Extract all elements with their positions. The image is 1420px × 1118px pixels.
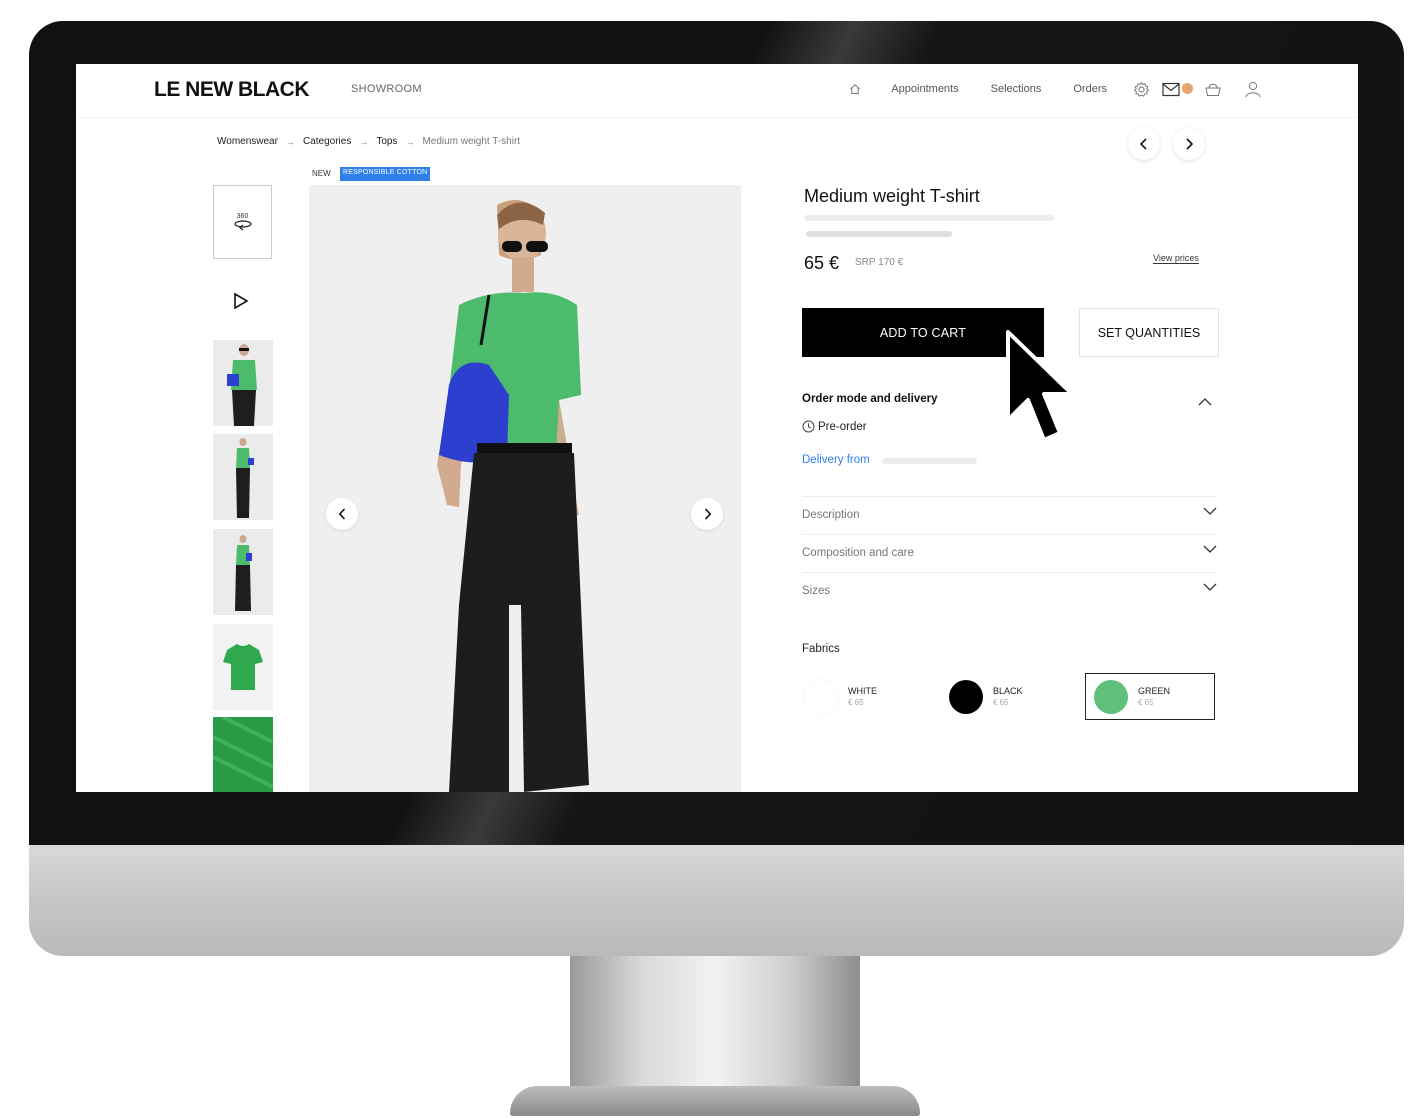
chevron-left-icon	[1139, 138, 1147, 150]
accordion-description[interactable]: Description	[802, 496, 1217, 534]
rotate-360-icon	[233, 219, 252, 230]
fabric-option-white[interactable]: WHITE € 65	[804, 673, 877, 720]
chevron-left-icon	[338, 508, 345, 520]
chevron-right-icon	[1186, 138, 1194, 150]
next-product-button[interactable]	[1173, 128, 1205, 160]
thumbnail-image[interactable]	[213, 340, 273, 426]
arrow-right-icon: →	[285, 136, 295, 147]
previous-product-button[interactable]	[1128, 128, 1160, 160]
color-swatch	[804, 679, 838, 714]
top-nav: Appointments Selections Orders	[845, 79, 1263, 99]
badge-responsible-cotton: RESPONSIBLE COTTON	[340, 167, 431, 181]
arrow-right-icon: →	[359, 136, 369, 147]
screen: LE NEW BLACK SHOWROOM Appointments Selec…	[76, 64, 1358, 792]
main-product-image[interactable]	[309, 185, 741, 792]
notification-badge	[1182, 83, 1193, 94]
delivery-from-label: Delivery from	[802, 454, 870, 466]
image-next-button[interactable]	[691, 498, 723, 530]
suggested-retail-price: SRP 170 €	[855, 257, 904, 268]
accordion-composition[interactable]: Composition and care	[802, 534, 1217, 572]
home-icon[interactable]	[845, 79, 865, 99]
mouse-pointer-icon	[1006, 330, 1074, 442]
thumbnail-image[interactable]	[213, 529, 273, 615]
product-price: 65 €	[804, 253, 840, 273]
fabric-name: BLACK	[993, 686, 1023, 696]
arrow-right-icon: →	[405, 136, 415, 147]
chevron-down-icon	[1203, 507, 1217, 515]
thumbnail-fabric-image[interactable]	[213, 717, 273, 792]
chevron-right-icon	[704, 508, 711, 520]
user-icon[interactable]	[1243, 79, 1263, 99]
nav-orders[interactable]: Orders	[1073, 83, 1107, 95]
breadcrumb: Womenswear → Categories → Tops → Medium …	[217, 136, 520, 147]
fabric-option-green[interactable]: GREEN € 65	[1085, 673, 1215, 720]
fabric-option-black[interactable]: BLACK € 65	[949, 673, 1023, 720]
badge-new: NEW	[312, 169, 331, 178]
thumbnail-360-view[interactable]: 360	[213, 185, 272, 259]
monitor-foot	[510, 1086, 920, 1116]
nav-selections[interactable]: Selections	[991, 83, 1042, 95]
monitor-stand	[570, 956, 860, 1086]
loading-placeholder	[882, 458, 977, 464]
section-label: SHOWROOM	[351, 83, 422, 95]
order-mode-label: Pre-order	[818, 420, 867, 433]
breadcrumb-categories[interactable]: Categories	[303, 136, 351, 147]
fabric-price: € 65	[1138, 698, 1154, 707]
color-swatch	[949, 679, 983, 714]
fabric-price: € 65	[848, 698, 864, 707]
image-prev-button[interactable]	[326, 498, 358, 530]
gear-icon[interactable]	[1131, 79, 1151, 99]
mail-icon[interactable]	[1161, 79, 1193, 99]
nav-appointments[interactable]: Appointments	[891, 83, 958, 95]
thumbnail-image[interactable]	[213, 624, 273, 710]
chevron-up-icon[interactable]	[1198, 397, 1212, 406]
fabrics-heading: Fabrics	[802, 643, 840, 655]
brand-logo[interactable]: LE NEW BLACK	[154, 78, 310, 102]
order-mode-heading[interactable]: Order mode and delivery	[802, 393, 938, 405]
product-title: Medium weight T-shirt	[804, 186, 980, 206]
thumbnail-image[interactable]	[213, 434, 273, 520]
breadcrumb-tops[interactable]: Tops	[376, 136, 397, 147]
accordion-label: Sizes	[802, 585, 831, 597]
loading-placeholder	[804, 215, 1054, 221]
loading-placeholder	[806, 231, 952, 237]
breadcrumb-womenswear[interactable]: Womenswear	[217, 136, 278, 147]
set-quantities-button[interactable]: SET QUANTITIES	[1079, 308, 1219, 357]
fabric-name: GREEN	[1138, 686, 1171, 696]
accordion-label: Composition and care	[802, 547, 914, 559]
view-prices-link[interactable]: View prices	[1153, 253, 1199, 264]
order-mode: Pre-order	[802, 420, 867, 433]
fabric-name: WHITE	[848, 686, 877, 696]
clock-icon	[802, 420, 815, 433]
accordion-sizes[interactable]: Sizes	[802, 572, 1217, 610]
breadcrumb-current: Medium weight T-shirt	[422, 136, 521, 147]
basket-icon[interactable]	[1203, 79, 1223, 99]
fabric-price: € 65	[993, 698, 1009, 707]
color-swatch	[1094, 679, 1128, 714]
play-video-button[interactable]	[233, 292, 249, 315]
monitor-chin	[29, 845, 1404, 956]
chevron-down-icon	[1203, 545, 1217, 553]
chevron-down-icon	[1203, 583, 1217, 591]
accordion-label: Description	[802, 509, 860, 521]
app-header: LE NEW BLACK SHOWROOM Appointments Selec…	[76, 64, 1358, 118]
play-icon	[234, 292, 249, 310]
